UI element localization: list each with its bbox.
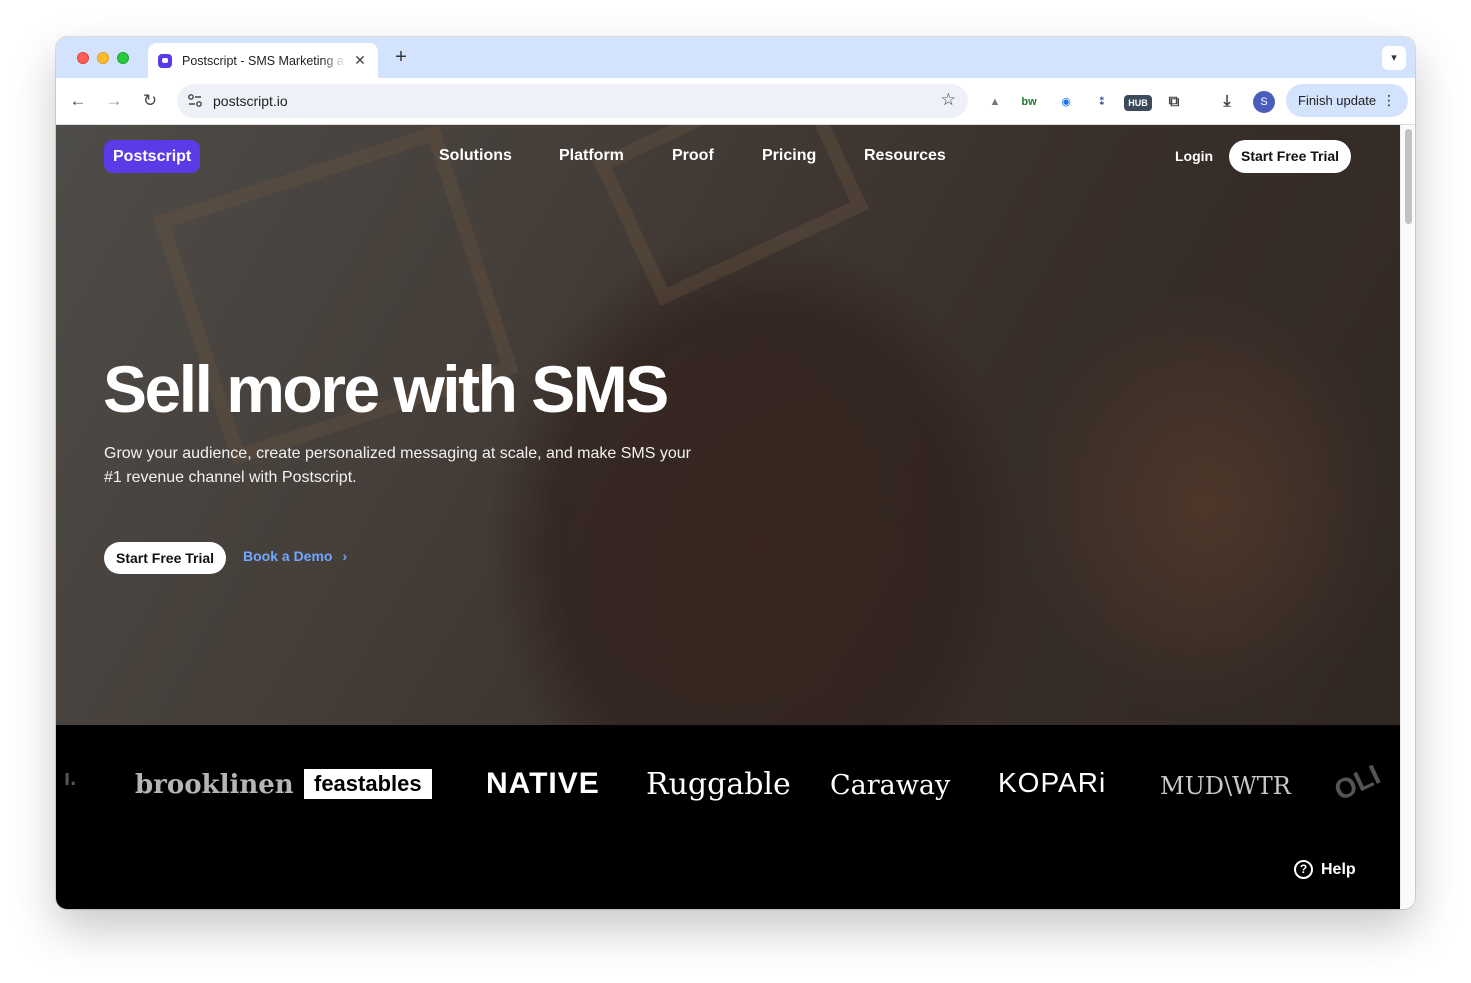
hero-section: Postscript Solutions Platform Proof Pric… — [56, 125, 1400, 725]
web-page: Postscript Solutions Platform Proof Pric… — [56, 125, 1400, 909]
brand-logo-kopari: KOPARi — [998, 767, 1107, 798]
finish-update-button[interactable]: Finish update ⋮ — [1286, 84, 1408, 117]
address-bar[interactable]: postscript.io ☆ — [177, 84, 968, 118]
tab-search-chevron-icon[interactable]: ▾ — [1382, 46, 1406, 70]
browser-toolbar: ← → ↻ postscript.io ☆ ▲ bw ◉ ⁑ HUB ⧉ ⤓ S… — [56, 78, 1415, 125]
customer-logos-strip: ı. brooklinen feastables NATIVE Ruggable… — [56, 725, 1400, 909]
puzzle-icon[interactable]: ⧉ — [1164, 92, 1184, 112]
brand-logo-native: NATIVE — [486, 767, 600, 800]
finish-update-label: Finish update — [1298, 93, 1377, 108]
bookmark-star-icon[interactable]: ☆ — [941, 90, 956, 110]
shopify-icon[interactable]: ▲ — [985, 92, 1005, 112]
hub-icon[interactable]: HUB — [1124, 95, 1152, 111]
brand-logo-brooklinen: brooklinen — [135, 770, 294, 800]
nav-resources[interactable]: Resources — [864, 147, 946, 165]
postscript-logo[interactable]: Postscript — [104, 140, 201, 173]
book-demo-label: Book a Demo — [243, 548, 333, 564]
vertical-scrollbar[interactable] — [1400, 125, 1415, 909]
nav-platform[interactable]: Platform — [559, 147, 624, 165]
site-settings-icon[interactable] — [187, 93, 203, 109]
chevron-right-icon: › — [342, 548, 348, 564]
zoom-window-button[interactable] — [117, 52, 129, 64]
brand-logo-ruggable: Ruggable — [646, 767, 791, 802]
reload-icon[interactable]: ↻ — [139, 90, 161, 112]
nav-proof[interactable]: Proof — [672, 147, 714, 165]
browser-window: Postscript - SMS Marketing a ✕ + ▾ ← → ↻… — [56, 37, 1415, 909]
new-tab-button[interactable]: + — [390, 46, 412, 69]
tab-title: Postscript - SMS Marketing a — [182, 53, 344, 68]
start-free-trial-button[interactable]: Start Free Trial — [1229, 140, 1352, 173]
hero-headline: Sell more with SMS — [103, 352, 669, 426]
dots-icon[interactable]: ⁑ — [1092, 92, 1112, 112]
close-window-button[interactable] — [77, 52, 89, 64]
more-vertical-icon[interactable]: ⋮ — [1382, 84, 1396, 117]
question-circle-icon: ? — [1294, 860, 1313, 879]
partial-logo-left: ı. — [64, 765, 77, 790]
help-button[interactable]: ? Help — [1294, 860, 1356, 879]
login-link[interactable]: Login — [1175, 148, 1213, 164]
brand-logo-feastables: feastables — [304, 769, 432, 799]
brand-logo-mudwtr: MUD\WTR — [1160, 772, 1291, 800]
hero-subheadline: Grow your audience, create personalized … — [104, 445, 691, 486]
url-text: postscript.io — [213, 93, 288, 109]
bw-icon[interactable]: bw — [1019, 92, 1039, 112]
close-tab-icon[interactable]: ✕ — [352, 52, 368, 69]
profile-avatar[interactable]: S — [1253, 91, 1275, 113]
back-arrow-icon[interactable]: ← — [67, 90, 89, 112]
download-icon[interactable]: ⤓ — [1217, 92, 1237, 112]
nav-solutions[interactable]: Solutions — [439, 147, 512, 165]
hero-start-free-trial-button[interactable]: Start Free Trial — [104, 542, 227, 574]
forward-arrow-icon[interactable]: → — [103, 90, 125, 112]
nav-pricing[interactable]: Pricing — [762, 147, 816, 165]
minimize-window-button[interactable] — [97, 52, 109, 64]
help-label: Help — [1321, 860, 1356, 878]
password-icon[interactable]: ◉ — [1056, 92, 1076, 112]
brand-logo-caraway: Caraway — [830, 770, 951, 801]
postscript-favicon-icon — [158, 53, 172, 68]
partial-logo-right: OLI — [1329, 758, 1385, 807]
scrollbar-thumb[interactable] — [1405, 129, 1412, 224]
book-demo-link[interactable]: Book a Demo › — [243, 548, 347, 564]
tab-strip: Postscript - SMS Marketing a ✕ + ▾ — [56, 37, 1415, 78]
browser-tab[interactable]: Postscript - SMS Marketing a ✕ — [148, 43, 378, 78]
